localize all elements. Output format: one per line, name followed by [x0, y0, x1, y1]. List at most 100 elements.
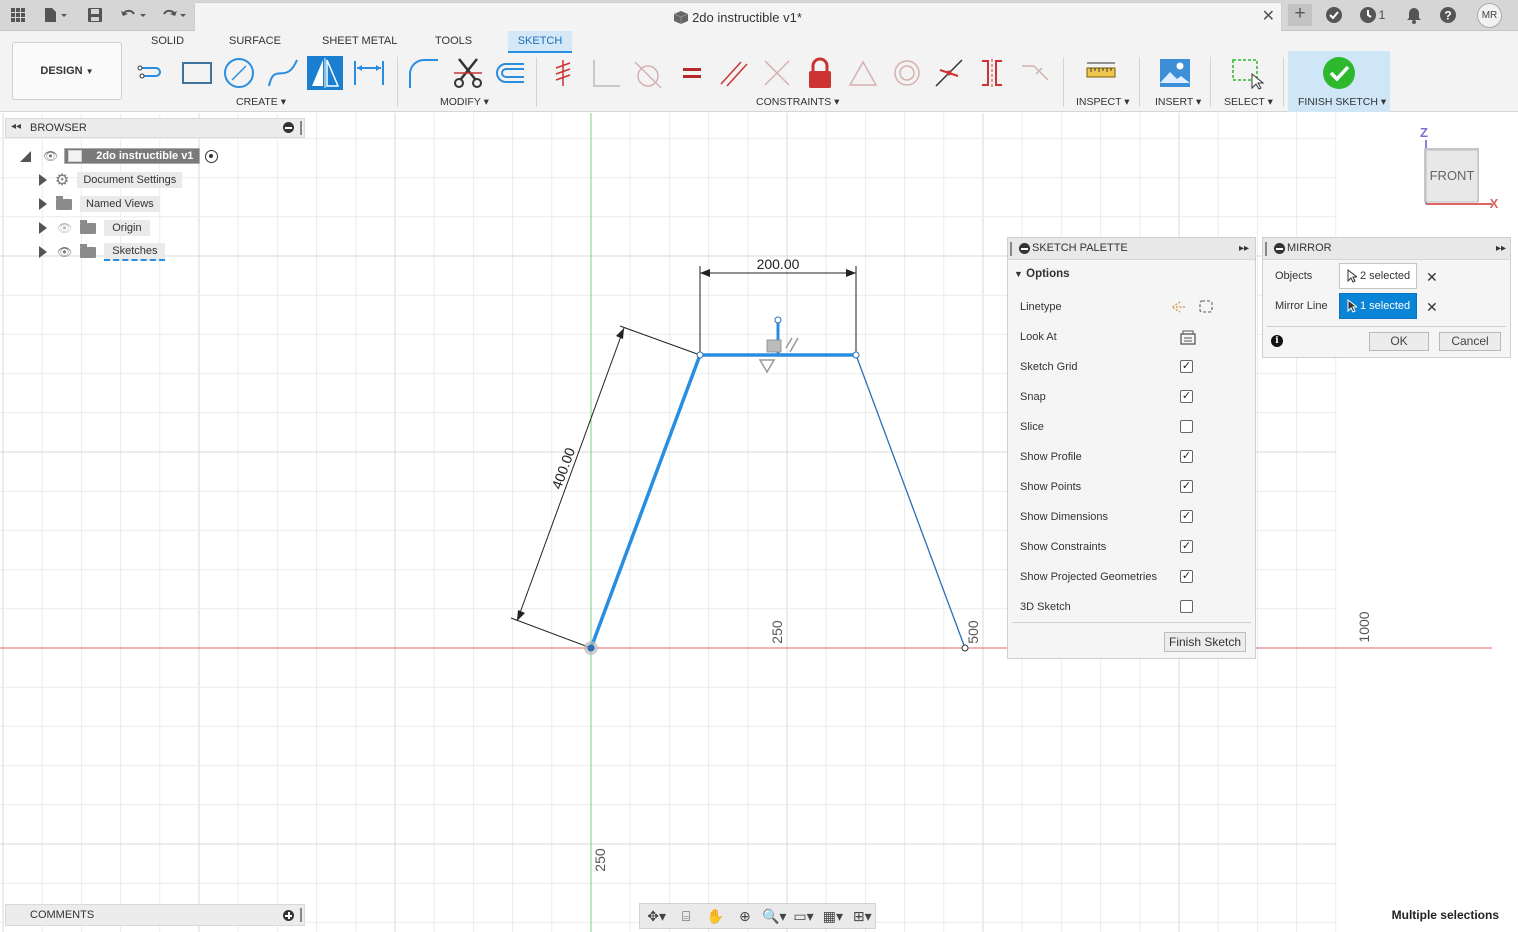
- dialog-expand-icon[interactable]: ▸▸: [1496, 238, 1506, 259]
- info-icon[interactable]: i: [1271, 335, 1283, 347]
- palette-checkbox[interactable]: ✓: [1180, 360, 1193, 373]
- mirror-tool-icon[interactable]: [307, 56, 343, 90]
- browser-collapse-icon[interactable]: [283, 122, 294, 133]
- inspect-menu[interactable]: INSPECT ▾: [1076, 96, 1130, 108]
- tangent-constraint-icon[interactable]: [630, 56, 666, 90]
- ok-button[interactable]: OK: [1369, 332, 1429, 351]
- close-tab-icon[interactable]: ✕: [1262, 6, 1275, 26]
- expand-triangle-icon[interactable]: [39, 222, 47, 234]
- comments-panel[interactable]: COMMENTS: [5, 904, 305, 926]
- palette-checkbox[interactable]: [1180, 600, 1193, 613]
- spline-tool-icon[interactable]: [265, 56, 301, 90]
- browser-item-sketches[interactable]: 👁 Sketches: [39, 242, 166, 262]
- view-cube[interactable]: FRONT Z X: [1420, 125, 1499, 211]
- sketch-palette-header[interactable]: SKETCH PALETTE ▸▸: [1008, 238, 1255, 260]
- palette-collapse-icon[interactable]: [1019, 243, 1030, 254]
- offset-tool-icon[interactable]: [491, 56, 527, 90]
- job-status-icon[interactable]: 1: [1356, 5, 1388, 25]
- browser-item-named-views[interactable]: Named Views: [39, 194, 160, 214]
- insert-image-icon[interactable]: [1157, 56, 1193, 90]
- palette-checkbox[interactable]: ✓: [1180, 480, 1193, 493]
- undo-icon[interactable]: [118, 5, 150, 25]
- browser-panel-header[interactable]: ◂◂ BROWSER: [5, 118, 305, 138]
- measure-ruler-icon[interactable]: [1083, 56, 1119, 90]
- palette-option-row[interactable]: Slice: [1020, 412, 1245, 442]
- mirror-dialog-header[interactable]: MIRROR ▸▸: [1263, 238, 1510, 260]
- panel-grip-icon[interactable]: [1010, 242, 1012, 256]
- tab-sketch[interactable]: SKETCH: [508, 31, 572, 53]
- tab-tools[interactable]: TOOLS: [426, 31, 481, 53]
- symmetric-constraint-icon[interactable]: [974, 56, 1010, 90]
- sketch-point[interactable]: [696, 351, 704, 359]
- help-icon[interactable]: ?: [1438, 5, 1458, 25]
- options-section[interactable]: ▼ Options: [1014, 268, 1070, 280]
- tab-sheet-metal[interactable]: SHEET METAL: [313, 31, 406, 53]
- zoom-icon[interactable]: ⊕: [732, 906, 757, 926]
- palette-option-row[interactable]: Show Projected Geometries ✓: [1020, 562, 1245, 592]
- fillet-tool-icon[interactable]: [405, 56, 441, 90]
- symmetry-triangle-icon[interactable]: [845, 56, 881, 90]
- mirror-line-selection-field[interactable]: 1 selected: [1339, 293, 1417, 319]
- browser-item-document-settings[interactable]: ⚙ Document Settings: [39, 170, 183, 190]
- zoom-window-icon[interactable]: 🔍▾: [762, 906, 787, 926]
- expand-triangle-icon[interactable]: [39, 246, 47, 258]
- sketch-line-right[interactable]: [855, 354, 966, 649]
- user-avatar[interactable]: MR: [1477, 3, 1502, 28]
- trim-scissors-icon[interactable]: [450, 56, 486, 90]
- hidden-eye-icon[interactable]: 👁: [57, 221, 72, 235]
- palette-checkbox[interactable]: ✓: [1180, 450, 1193, 463]
- look-at-icon[interactable]: ⌸: [673, 906, 698, 926]
- notifications-bell-icon[interactable]: [1404, 5, 1424, 25]
- midpoint-constraint-icon[interactable]: [759, 56, 795, 90]
- palette-option-row[interactable]: Show Constraints ✓: [1020, 532, 1245, 562]
- constraints-menu[interactable]: CONSTRAINTS ▾: [756, 96, 839, 108]
- palette-expand-icon[interactable]: ▸▸: [1239, 238, 1249, 259]
- app-grid-icon[interactable]: [8, 5, 28, 25]
- panel-grip-icon[interactable]: [300, 908, 302, 922]
- finish-sketch-check-icon[interactable]: [1321, 56, 1357, 90]
- dialog-collapse-icon[interactable]: [1274, 243, 1285, 254]
- palette-checkbox[interactable]: ✓: [1180, 510, 1193, 523]
- palette-option-row[interactable]: Show Points ✓: [1020, 472, 1245, 502]
- panel-grip-icon[interactable]: [1265, 242, 1267, 256]
- orbit-icon[interactable]: ✥▾: [644, 906, 669, 926]
- save-icon[interactable]: [86, 5, 104, 25]
- viewports-icon[interactable]: ⊞▾: [850, 906, 875, 926]
- browser-item-origin[interactable]: 👁 Origin: [39, 218, 150, 238]
- grid-settings-icon[interactable]: ▦▾: [820, 906, 845, 926]
- pan-hand-icon[interactable]: ✋: [703, 906, 728, 926]
- expand-triangle-icon[interactable]: [39, 198, 47, 210]
- select-box-icon[interactable]: [1229, 56, 1265, 90]
- finish-sketch-menu[interactable]: FINISH SKETCH ▾: [1298, 96, 1386, 108]
- activate-radio-icon[interactable]: [205, 149, 219, 163]
- palette-option-row[interactable]: Look At: [1020, 322, 1245, 352]
- fix-lock-icon[interactable]: [802, 56, 838, 90]
- workspace-switcher[interactable]: DESIGN ▼: [12, 42, 122, 100]
- dimension-width-text[interactable]: 200.00: [757, 256, 800, 272]
- perpendicular-constraint-icon[interactable]: [588, 56, 624, 90]
- sketch-graphics[interactable]: 250 500 1000 250 200.00 400.00 FRONT Z X: [0, 113, 1518, 932]
- palette-option-row[interactable]: Linetype: [1020, 292, 1245, 322]
- finish-sketch-button[interactable]: Finish Sketch: [1164, 632, 1246, 652]
- sketch-point[interactable]: [852, 351, 860, 359]
- palette-option-row[interactable]: Show Dimensions ✓: [1020, 502, 1245, 532]
- insert-menu[interactable]: INSERT ▾: [1155, 96, 1201, 108]
- sketch-point[interactable]: [774, 316, 782, 324]
- palette-option-row[interactable]: Show Profile ✓: [1020, 442, 1245, 472]
- root-component[interactable]: 2do instructible v1: [64, 148, 201, 164]
- extensions-icon[interactable]: [1324, 5, 1344, 25]
- palette-option-row[interactable]: Snap ✓: [1020, 382, 1245, 412]
- palette-option-row[interactable]: Sketch Grid ✓: [1020, 352, 1245, 382]
- objects-selection-field[interactable]: 2 selected: [1339, 263, 1417, 289]
- document-tab[interactable]: 2do instructible v1* ✕: [194, 2, 1282, 31]
- expand-triangle-icon[interactable]: [39, 174, 47, 186]
- select-menu[interactable]: SELECT ▾: [1224, 96, 1273, 108]
- panel-grip-icon[interactable]: [300, 121, 302, 135]
- create-menu[interactable]: CREATE ▾: [236, 96, 286, 108]
- sketch-point[interactable]: [961, 644, 969, 652]
- concentric-constraint-icon[interactable]: [889, 56, 925, 90]
- palette-option-row[interactable]: 3D Sketch: [1020, 592, 1245, 622]
- clear-objects-close-icon[interactable]: ✕: [1426, 269, 1438, 286]
- display-settings-icon[interactable]: ▭▾: [791, 906, 816, 926]
- coincident-constraint-icon[interactable]: [544, 56, 580, 90]
